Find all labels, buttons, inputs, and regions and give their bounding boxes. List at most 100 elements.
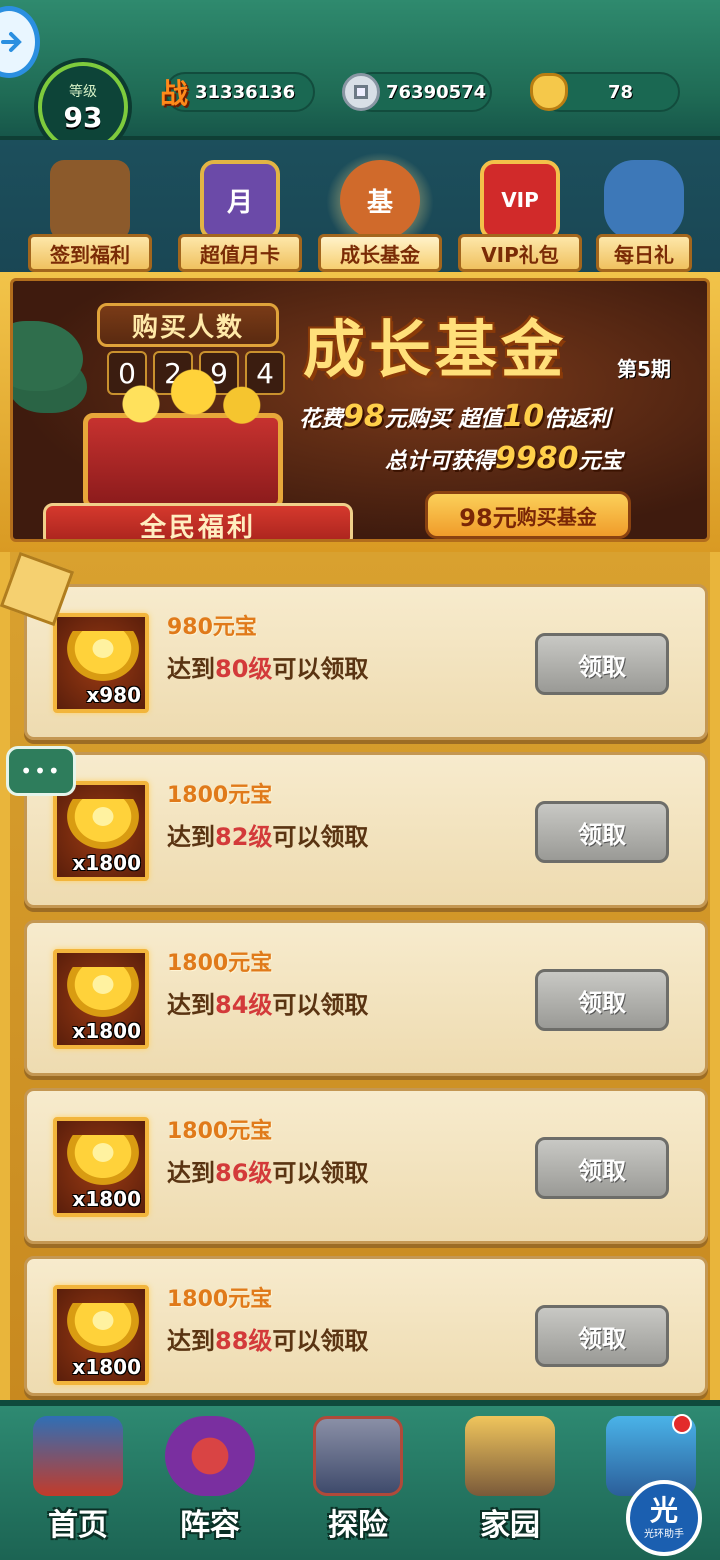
reward-row: x1800 1800元宝 达到84级可以领取 领取 <box>24 920 708 1076</box>
tab-label: 超值月卡 <box>178 234 302 272</box>
silver-currency-display[interactable]: 76390574 <box>342 72 492 112</box>
assistant-badge-main: 光 <box>649 1493 678 1527</box>
tab-label: 每日礼 <box>596 234 692 272</box>
reward-name: 1800元宝 <box>167 951 273 976</box>
player-level-badge[interactable]: 等级 93 <box>38 62 128 152</box>
back-button[interactable] <box>0 6 40 78</box>
gold-ingot-reward-icon: x980 <box>53 613 149 713</box>
text: 达到 <box>167 1159 215 1187</box>
reward-quantity: x1800 <box>72 1019 141 1043</box>
ingot-icon <box>67 1135 139 1185</box>
month-card-icon: 月 <box>200 160 280 240</box>
nav-lineup[interactable]: 阵容 <box>150 1416 270 1556</box>
gift-bag-icon <box>604 160 684 240</box>
text: 可以领取 <box>272 655 369 683</box>
buy-price: 98元 <box>459 503 517 532</box>
ingot-icon <box>67 967 139 1017</box>
claim-button[interactable]: 领取 <box>535 633 669 695</box>
gold-ingot-display[interactable]: 78 <box>530 72 680 112</box>
required-level: 88级 <box>215 1327 273 1355</box>
text: 可以领取 <box>272 823 369 851</box>
required-level: 86级 <box>215 1159 273 1187</box>
tab-checkin-welfare[interactable]: 签到福利 <box>26 160 154 278</box>
treasure-chest-icon <box>78 368 288 509</box>
rebate-multiple: 10 <box>502 399 545 434</box>
gold-ingot-reward-icon: x1800 <box>53 1117 149 1217</box>
money-bag-icon: 基 <box>340 160 420 240</box>
reward-row: x1800 1800元宝 达到86级可以领取 领取 <box>24 1088 708 1244</box>
required-level: 84级 <box>215 991 273 1019</box>
silver-value: 76390574 <box>386 81 487 103</box>
nav-label: 阵容 <box>180 1508 240 1543</box>
welfare-ribbon: 全民福利 <box>43 503 353 539</box>
reward-quantity: x980 <box>86 683 141 707</box>
reward-quantity: x1800 <box>72 851 141 875</box>
reward-name: 1800元宝 <box>167 1287 273 1312</box>
chat-bubble-button[interactable]: ••• <box>6 746 76 796</box>
gold-ingot-icon <box>530 73 568 111</box>
reward-quantity: x1800 <box>72 1355 141 1379</box>
adventure-gate-icon <box>313 1416 403 1496</box>
level-label: 等级 <box>69 83 97 100</box>
top-status-bar: 等级 93 战 31336136 76390574 78 <box>0 0 720 152</box>
gold-ingot-reward-icon: x1800 <box>53 781 149 881</box>
vip-envelope-icon: VIP <box>480 160 560 240</box>
nav-homeland[interactable]: 家园 <box>450 1416 570 1556</box>
reward-row: x1800 1800元宝 达到82级可以领取 领取 <box>24 752 708 908</box>
gold-ingot-reward-icon: x1800 <box>53 949 149 1049</box>
claim-button[interactable]: 领取 <box>535 1137 669 1199</box>
text: 达到 <box>167 655 215 683</box>
reward-list[interactable]: x980 980元宝 达到80级可以领取 领取 x1800 1800元宝 达到8… <box>0 552 720 1402</box>
notification-dot <box>672 1414 692 1434</box>
reward-condition: 达到88级可以领取 <box>167 1321 368 1356</box>
assistant-badge[interactable]: 光 光环助手 <box>626 1480 702 1556</box>
reward-row: x980 980元宝 达到80级可以领取 领取 <box>24 584 708 740</box>
event-tabs-bar: 签到福利 月 超值月卡 基 成长基金 VIP VIP礼包 每日礼 <box>0 140 720 280</box>
ingot-icon <box>67 631 139 681</box>
text: 元购买 超值 <box>384 407 503 432</box>
fund-period: 第5期 <box>617 357 671 381</box>
tab-daily-gift[interactable]: 每日礼 <box>594 160 694 278</box>
cost-amount: 98 <box>343 399 385 434</box>
tab-label: 签到福利 <box>28 234 152 272</box>
ingot-icon <box>67 1303 139 1353</box>
buy-label: 购买基金 <box>516 504 597 529</box>
bottom-navigation: 首页 阵容 探险 家园 历 <box>0 1400 720 1560</box>
text: 可以领取 <box>272 1159 369 1187</box>
text: 花费 <box>299 407 344 432</box>
reward-condition: 达到80级可以领取 <box>167 649 368 684</box>
nav-label: 探险 <box>328 1508 388 1543</box>
assistant-badge-sub: 光环助手 <box>644 1528 684 1540</box>
text: 达到 <box>167 823 215 851</box>
nav-label: 首页 <box>48 1508 108 1543</box>
required-level: 80级 <box>215 655 273 683</box>
claim-button[interactable]: 领取 <box>535 1305 669 1367</box>
reward-name: 980元宝 <box>167 615 257 640</box>
ingot-icon <box>67 799 139 849</box>
silver-coin-icon <box>342 73 380 111</box>
reward-condition: 达到86级可以领取 <box>167 1153 368 1188</box>
text: 可以领取 <box>272 991 369 1019</box>
combat-power-value: 31336136 <box>195 81 296 103</box>
combat-power-display: 战 31336136 <box>160 72 315 112</box>
nav-home[interactable]: 首页 <box>18 1416 138 1556</box>
tab-growth-fund[interactable]: 基 成长基金 <box>316 152 444 278</box>
palace-gate-icon <box>33 1416 123 1496</box>
buy-fund-button[interactable]: 98元 购买基金 <box>425 491 631 539</box>
claim-button[interactable]: 领取 <box>535 801 669 863</box>
nav-explore[interactable]: 探险 <box>298 1416 418 1556</box>
text: 总计可获得 <box>385 449 496 474</box>
arrow-right-icon <box>1 32 22 52</box>
fund-total-line: 总计可获得9980元宝 <box>385 441 623 476</box>
tab-label: 成长基金 <box>318 234 442 272</box>
tab-monthly-card[interactable]: 月 超值月卡 <box>176 160 304 278</box>
reward-quantity: x1800 <box>72 1187 141 1211</box>
reward-row: x1800 1800元宝 达到88级可以领取 领取 <box>24 1256 708 1396</box>
pine-tree-decoration <box>13 321 83 391</box>
tab-vip-pack[interactable]: VIP VIP礼包 <box>456 160 584 278</box>
required-level: 82级 <box>215 823 273 851</box>
claim-button[interactable]: 领取 <box>535 969 669 1031</box>
text: 可以领取 <box>272 1327 369 1355</box>
fund-cost-line: 花费98元购买 超值10倍返利 <box>299 399 610 434</box>
level-value: 93 <box>63 100 103 134</box>
